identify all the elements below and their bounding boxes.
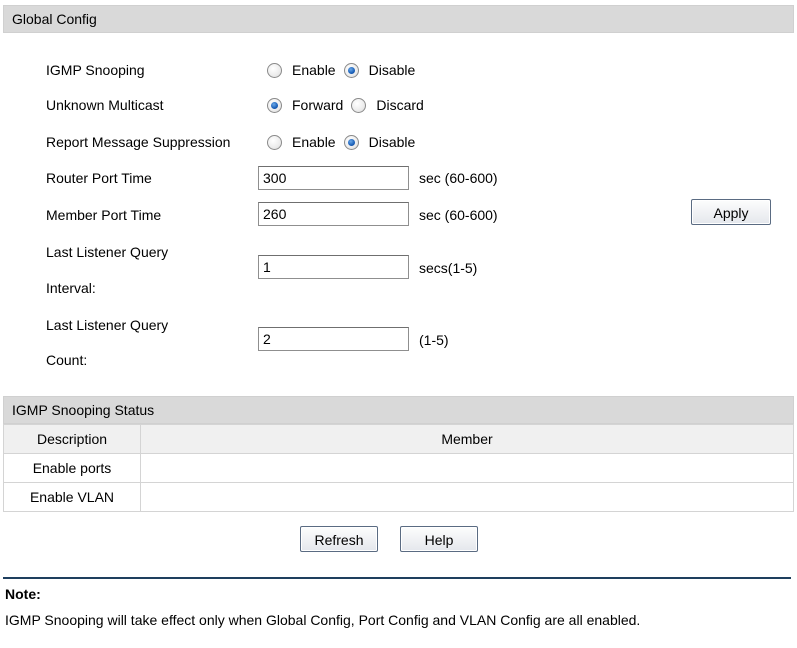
- enable-ports-member: [140, 453, 794, 483]
- table-row: Enable VLAN: [3, 482, 794, 512]
- unknown-multicast-discard-radio[interactable]: Discard: [351, 96, 424, 114]
- last-listener-query-count-input[interactable]: [258, 327, 409, 351]
- radio-unchecked-icon[interactable]: [351, 97, 367, 113]
- last-listener-query-interval-label-line2: Interval:: [46, 280, 96, 296]
- last-listener-query-interval-unit: secs(1-5): [419, 260, 478, 276]
- report-suppression-enable-radio[interactable]: Enable: [267, 133, 336, 151]
- unknown-multicast-forward-radio[interactable]: Forward: [267, 96, 343, 114]
- radio-checked-icon[interactable]: [267, 97, 282, 113]
- report-suppression-disable-radio[interactable]: Disable: [343, 133, 416, 151]
- radio-label: Disable: [368, 62, 416, 78]
- radio-label: Forward: [292, 97, 344, 113]
- member-port-time-label: Member Port Time: [46, 207, 162, 223]
- report-suppression-radio-group: Enable Disable: [267, 133, 423, 151]
- table-row: Enable ports: [3, 453, 794, 483]
- igmp-snooping-label: IGMP Snooping: [46, 62, 145, 78]
- member-column-header: Member: [140, 424, 794, 454]
- radio-checked-icon[interactable]: [343, 62, 359, 78]
- unknown-multicast-radio-group: Forward Discard: [267, 96, 432, 114]
- radio-label: Enable: [292, 62, 336, 78]
- note-divider: [3, 577, 791, 579]
- enable-vlan-member: [140, 482, 794, 512]
- radio-checked-icon[interactable]: [343, 134, 359, 150]
- member-port-time-input[interactable]: [258, 202, 409, 226]
- igmp-snooping-status-header: IGMP Snooping Status: [3, 396, 794, 424]
- router-port-time-input[interactable]: [258, 166, 409, 190]
- radio-unchecked-icon[interactable]: [267, 62, 282, 78]
- last-listener-query-count-label-line2: Count:: [46, 352, 88, 368]
- report-suppression-label: Report Message Suppression: [46, 134, 231, 150]
- router-port-time-unit: sec (60-600): [419, 170, 498, 186]
- description-column-header: Description: [3, 424, 141, 454]
- member-port-time-unit: sec (60-600): [419, 207, 498, 223]
- enable-vlan-description: Enable VLAN: [3, 482, 141, 512]
- igmp-snooping-radio-group: Enable Disable: [267, 61, 423, 79]
- router-port-time-label: Router Port Time: [46, 170, 152, 186]
- help-button[interactable]: Help: [400, 526, 478, 552]
- enable-ports-description: Enable ports: [3, 453, 141, 483]
- radio-label: Disable: [368, 134, 416, 150]
- igmp-snooping-status-table: Description Member Enable ports Enable V…: [3, 424, 794, 512]
- unknown-multicast-label: Unknown Multicast: [46, 97, 164, 113]
- igmp-snooping-enable-radio[interactable]: Enable: [267, 61, 336, 79]
- global-config-header: Global Config: [3, 5, 794, 33]
- radio-label: Discard: [376, 97, 424, 113]
- apply-button[interactable]: Apply: [691, 199, 771, 225]
- table-header-row: Description Member: [3, 424, 794, 454]
- last-listener-query-count-unit: (1-5): [419, 332, 449, 348]
- refresh-button[interactable]: Refresh: [300, 526, 378, 552]
- last-listener-query-interval-label-line1: Last Listener Query: [46, 244, 169, 260]
- radio-unchecked-icon[interactable]: [267, 134, 282, 150]
- radio-label: Enable: [292, 134, 336, 150]
- note-text: IGMP Snooping will take effect only when…: [5, 612, 641, 628]
- igmp-snooping-disable-radio[interactable]: Disable: [343, 61, 416, 79]
- last-listener-query-count-label-line1: Last Listener Query: [46, 317, 169, 333]
- note-title: Note:: [5, 586, 41, 602]
- last-listener-query-interval-input[interactable]: [258, 255, 409, 279]
